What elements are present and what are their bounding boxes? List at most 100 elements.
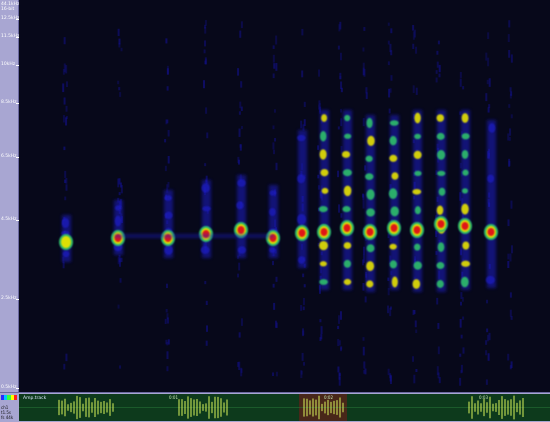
noise-speck bbox=[488, 78, 491, 87]
harmonic-band bbox=[61, 217, 70, 229]
noise-speck bbox=[388, 108, 391, 114]
noise-speck bbox=[510, 245, 513, 254]
harmonic-band bbox=[367, 135, 375, 146]
noise-speck bbox=[435, 230, 438, 238]
noise-speck bbox=[340, 108, 343, 113]
noise-speck bbox=[508, 50, 511, 58]
harmonic-band bbox=[461, 203, 469, 215]
noise-speck bbox=[459, 78, 462, 87]
harmonic-band bbox=[462, 169, 469, 176]
noise-speck bbox=[507, 253, 510, 260]
harmonic-band bbox=[366, 208, 375, 217]
noise-speck bbox=[165, 283, 168, 289]
harmonic-band bbox=[388, 188, 398, 200]
noise-speck bbox=[275, 371, 278, 377]
noise-speck bbox=[412, 43, 415, 50]
noise-speck bbox=[508, 158, 511, 167]
noise-speck bbox=[486, 299, 489, 304]
harmonic-band bbox=[321, 114, 328, 122]
bit-depth-label: 16-bit bbox=[1, 7, 15, 12]
harmonic-band bbox=[436, 114, 445, 122]
harmonic-band bbox=[62, 250, 70, 258]
noise-speck bbox=[362, 47, 365, 52]
harmonic-band bbox=[365, 155, 373, 162]
harmonic-band bbox=[461, 149, 469, 159]
waveform-track[interactable]: Amp.track 0:01 0:02 0:03 bbox=[19, 394, 550, 421]
noise-speck bbox=[167, 181, 170, 188]
harmonic-band bbox=[366, 244, 375, 253]
noise-speck bbox=[165, 38, 168, 44]
overview-sidebar: ch1 t1.5s fs 44k bbox=[0, 393, 18, 422]
noise-speck bbox=[272, 45, 275, 49]
noise-speck bbox=[387, 61, 390, 66]
noise-speck bbox=[239, 30, 242, 38]
noise-speck bbox=[508, 104, 511, 108]
noise-speck bbox=[237, 273, 240, 278]
noise-speck bbox=[437, 346, 440, 355]
energy-peak bbox=[237, 226, 245, 234]
noise-speck bbox=[362, 246, 365, 255]
energy-peak bbox=[461, 222, 469, 230]
noise-speck bbox=[460, 292, 463, 299]
noise-speck bbox=[390, 28, 393, 34]
noise-speck bbox=[117, 304, 120, 309]
noise-speck bbox=[339, 52, 342, 61]
noise-speck bbox=[488, 332, 491, 341]
noise-speck bbox=[435, 70, 438, 74]
noise-speck bbox=[460, 364, 463, 373]
noise-speck bbox=[167, 156, 170, 164]
harmonic-band bbox=[164, 195, 172, 201]
noise-speck bbox=[415, 368, 418, 373]
waveform-overview[interactable]: ch1 t1.5s fs 44k Amp.track 0:01 0:02 0:0… bbox=[0, 392, 550, 422]
info-text: fs 44k bbox=[1, 415, 14, 420]
noise-speck bbox=[337, 170, 340, 178]
noise-speck bbox=[203, 24, 206, 29]
noise-speck bbox=[302, 328, 305, 337]
noise-speck bbox=[436, 61, 439, 68]
noise-speck bbox=[338, 204, 341, 213]
noise-speck bbox=[362, 200, 365, 209]
noise-speck bbox=[204, 40, 207, 47]
harmonic-band bbox=[437, 150, 446, 160]
harmonic-band bbox=[321, 187, 329, 194]
harmonic-band bbox=[389, 120, 399, 126]
noise-speck bbox=[65, 65, 68, 74]
harmonic-band bbox=[269, 190, 277, 196]
noise-speck bbox=[510, 114, 513, 119]
noise-speck bbox=[337, 126, 340, 130]
harmonic-band bbox=[297, 134, 306, 142]
noise-speck bbox=[412, 25, 415, 31]
freq-tick-label: 8.5kHz bbox=[1, 100, 17, 105]
harmonic-band bbox=[389, 260, 398, 269]
noise-speck bbox=[487, 107, 490, 113]
noise-speck bbox=[272, 260, 275, 266]
harmonic-band bbox=[390, 206, 399, 217]
noise-speck bbox=[389, 306, 392, 310]
harmonic-band bbox=[413, 150, 422, 160]
noise-speck bbox=[301, 70, 304, 78]
noise-speck bbox=[487, 32, 490, 39]
noise-speck bbox=[436, 366, 439, 376]
noise-speck bbox=[238, 128, 241, 137]
noise-speck bbox=[166, 366, 169, 372]
noise-speck bbox=[486, 79, 489, 85]
noise-speck bbox=[239, 101, 242, 109]
energy-peak bbox=[437, 220, 445, 228]
noise-speck bbox=[63, 37, 66, 45]
noise-speck bbox=[119, 365, 122, 369]
noise-speck bbox=[120, 47, 123, 52]
noise-speck bbox=[459, 319, 462, 328]
noise-speck bbox=[362, 259, 365, 266]
spectrogram-canvas bbox=[59, 20, 513, 386]
noise-speck bbox=[340, 81, 343, 90]
noise-speck bbox=[462, 316, 465, 320]
noise-speck bbox=[338, 376, 341, 386]
colormap-swatch bbox=[1, 395, 18, 400]
spectrogram-view[interactable] bbox=[19, 0, 550, 392]
noise-speck bbox=[65, 105, 68, 112]
noise-speck bbox=[487, 353, 490, 361]
noise-speck bbox=[275, 276, 278, 282]
noise-speck bbox=[166, 313, 169, 320]
harmonic-band bbox=[320, 168, 329, 177]
harmonic-band bbox=[389, 154, 398, 162]
